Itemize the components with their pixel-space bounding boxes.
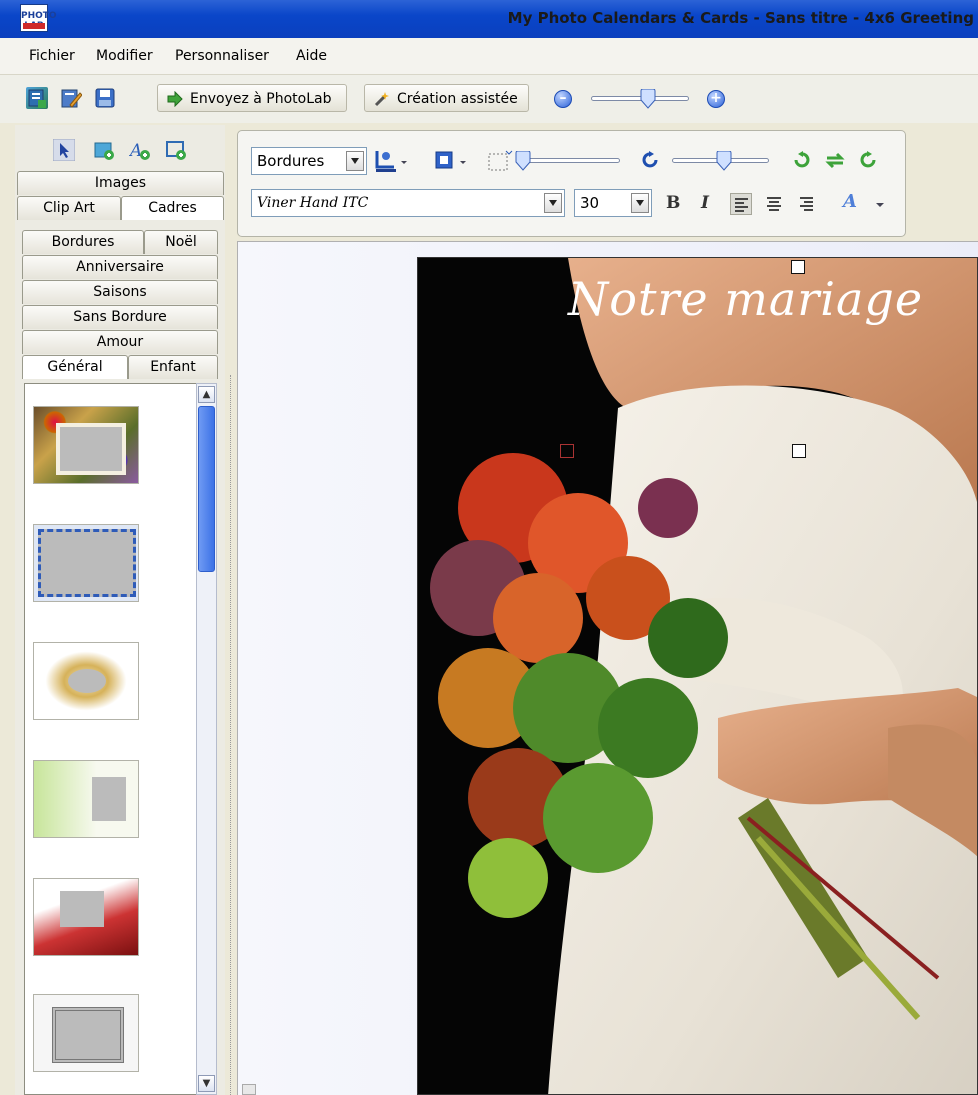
chevron-down-icon <box>544 193 562 213</box>
border-color-icon[interactable] <box>433 148 469 174</box>
tab-amour[interactable]: Amour <box>22 330 218 354</box>
add-image-tool-icon[interactable] <box>93 139 115 161</box>
menu-bar: Fichier Modifier Personnaliser Aide <box>0 38 978 75</box>
resize-handle-center[interactable] <box>792 444 806 458</box>
magic-wand-icon <box>374 92 389 107</box>
card-photo[interactable]: Notre mariage <box>417 257 978 1095</box>
rotate-left-icon[interactable] <box>859 150 879 170</box>
edit-project-icon[interactable] <box>60 87 83 109</box>
wedding-photo-image <box>418 258 977 1094</box>
arrow-right-icon <box>167 91 183 107</box>
assisted-creation-button[interactable]: Création assistée <box>364 84 529 112</box>
rotate-right-icon[interactable] <box>791 150 811 170</box>
frame-thumb-gold-burst[interactable] <box>33 642 139 720</box>
canvas-scroll-left-icon[interactable] <box>242 1084 256 1095</box>
flip-icon[interactable] <box>824 150 846 170</box>
menu-personnaliser[interactable]: Personnaliser <box>175 48 269 64</box>
rotate-icon[interactable] <box>641 150 661 170</box>
fill-color-icon[interactable] <box>374 148 408 174</box>
send-to-photolab-button[interactable]: Envoyez à PhotoLab <box>157 84 347 112</box>
menu-fichier[interactable]: Fichier <box>29 48 75 64</box>
zoom-out-button[interactable]: – <box>554 90 572 108</box>
tab-general[interactable]: Général <box>22 355 128 379</box>
resize-handle-top[interactable] <box>791 260 805 274</box>
resize-handle-left[interactable] <box>560 444 574 458</box>
menu-modifier[interactable]: Modifier <box>96 48 153 64</box>
thumbnail-scrollbar[interactable]: ▲ ▼ <box>196 383 217 1095</box>
app-logo-icon[interactable]: PHOTO LAB <box>20 4 57 32</box>
tab-images[interactable]: Images <box>17 171 224 195</box>
italic-button[interactable]: I <box>701 193 709 213</box>
title-bar: PHOTO LAB My Photo Calendars & Cards - S… <box>0 0 978 39</box>
tab-noel[interactable]: Noël <box>144 230 218 254</box>
chevron-down-icon <box>631 193 649 213</box>
text-format-panel: Bordures Viner Hand ITC 30 B I A <box>237 130 906 237</box>
crop-icon[interactable] <box>486 148 514 174</box>
rotation-slider-thumb[interactable] <box>716 151 732 171</box>
font-size-value: 30 <box>580 194 600 212</box>
window-title: My Photo Calendars & Cards - Sans titre … <box>507 9 974 27</box>
frame-thumbnail-list <box>24 383 197 1095</box>
tab-bordures[interactable]: Bordures <box>22 230 144 254</box>
frame-type-select[interactable]: Bordures <box>251 147 367 175</box>
align-right-button[interactable] <box>795 193 817 215</box>
text-color-button[interactable]: A <box>843 191 857 212</box>
align-left-button[interactable] <box>730 193 752 215</box>
transparency-slider-track[interactable] <box>524 158 620 163</box>
frame-type-value: Bordures <box>257 152 325 170</box>
tab-enfant[interactable]: Enfant <box>128 355 218 379</box>
bold-button[interactable]: B <box>666 193 680 213</box>
send-to-photolab-label: Envoyez à PhotoLab <box>190 91 332 107</box>
scroll-down-arrow-icon[interactable]: ▼ <box>198 1075 215 1092</box>
save-icon[interactable] <box>94 87 116 109</box>
transparency-slider-thumb[interactable] <box>515 151 531 171</box>
tab-anniversaire[interactable]: Anniversaire <box>22 255 218 279</box>
add-text-tool-icon[interactable]: A <box>129 139 151 161</box>
frame-thumb-blue-border[interactable] <box>33 524 139 602</box>
scroll-up-arrow-icon[interactable]: ▲ <box>198 386 215 403</box>
frame-thumb-ornate-silver[interactable] <box>33 994 139 1072</box>
font-size-select[interactable]: 30 <box>574 189 652 217</box>
font-name-value: Viner Hand ITC <box>257 195 369 211</box>
frame-thumb-floral[interactable] <box>33 406 139 484</box>
menu-aide[interactable]: Aide <box>296 48 327 64</box>
tab-sans-bordure[interactable]: Sans Bordure <box>22 305 218 329</box>
new-project-icon[interactable] <box>26 87 48 109</box>
zoom-slider-thumb[interactable] <box>640 89 656 109</box>
pointer-tool-icon[interactable] <box>53 139 75 161</box>
tab-saisons[interactable]: Saisons <box>22 280 218 304</box>
assisted-creation-label: Création assistée <box>397 91 518 107</box>
scrollbar-thumb[interactable] <box>198 406 215 572</box>
panel-splitter[interactable] <box>230 375 234 1095</box>
tab-cadres[interactable]: Cadres <box>121 196 224 220</box>
main-toolbar: Envoyez à PhotoLab Création assistée – + <box>0 75 978 123</box>
chevron-down-icon <box>346 151 364 171</box>
font-name-select[interactable]: Viner Hand ITC <box>251 189 565 217</box>
svg-text:A: A <box>129 141 142 161</box>
card-title-text[interactable]: Notre mariage <box>568 272 923 326</box>
add-frame-tool-icon[interactable] <box>165 139 187 161</box>
chevron-down-icon[interactable] <box>875 201 885 209</box>
zoom-in-button[interactable]: + <box>707 90 725 108</box>
frame-thumb-green-swirl[interactable] <box>33 760 139 838</box>
tab-clip-art[interactable]: Clip Art <box>17 196 121 220</box>
align-center-button[interactable] <box>763 193 785 215</box>
frame-thumb-red-floral[interactable] <box>33 878 139 956</box>
